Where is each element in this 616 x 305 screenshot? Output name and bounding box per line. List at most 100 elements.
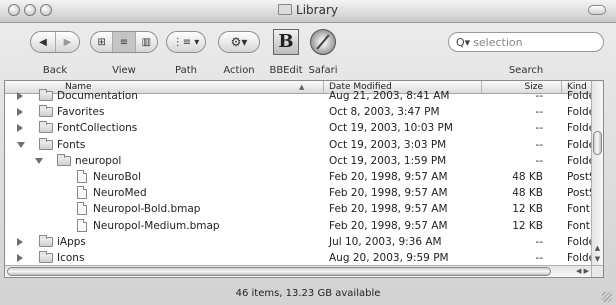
list-view-icon[interactable]: ≡ [112,32,135,52]
toolbar: ◀ ▶ Back ⊞ ≡ ▥ View ⋮≡ ▾ Path ⚙▾ Action … [0,23,616,79]
forward-arrow-icon[interactable]: ▶ [54,32,79,52]
search-icon[interactable]: Q▾ [456,36,470,49]
status-bar: 46 items, 13.23 GB available [0,283,616,305]
resize-grip-icon[interactable] [602,292,612,302]
path-menu-icon: ⋮≡ ▾ [172,36,200,48]
list-row[interactable]: iApps Jul 10, 2003, 9:36 AM -- Folder [5,234,591,250]
window-title-area: Library [0,3,616,17]
list-row[interactable]: FontCollections Oct 19, 2003, 10:03 PM -- F… [5,120,591,136]
scrollbar-corner [591,265,603,277]
folder-icon [39,137,53,150]
item-name: Fonts [57,138,86,151]
document-icon [77,186,87,200]
document-icon [77,170,87,183]
item-kind: Folder [567,154,591,167]
list-row[interactable]: Documentation Aug 21, 2003, 8:41 AM -- Fold… [5,88,591,104]
item-date-modified: Aug 20, 2003, 9:59 PM [329,252,449,264]
list-row[interactable]: Fonts Oct 19, 2003, 3:03 PM -- Folder [5,137,591,153]
item-date-modified: Oct 19, 2003, 3:03 PM [329,138,447,151]
bbedit-label: BBEdit [269,65,303,76]
column-view-icon[interactable]: ▥ [134,32,157,52]
item-date-modified: Oct 19, 2003, 10:03 PM [329,122,453,135]
status-text: 46 items, 13.23 GB available [235,288,381,299]
item-size: 48 KB [512,171,543,183]
item-kind: Folder [567,138,591,151]
gear-icon: ⚙▾ [230,35,248,49]
item-kind: Folder [567,235,591,248]
item-name: NeuroMed [93,187,147,200]
document-icon [77,218,87,232]
disclosure-closed-icon[interactable] [17,237,23,246]
back-arrow-icon[interactable]: ◀ [31,32,55,52]
disclosure-closed-icon[interactable] [17,254,23,262]
item-date-modified: Feb 20, 1998, 9:57 AM [329,187,448,200]
back-forward-button[interactable]: ◀ ▶ [30,31,80,53]
horizontal-scrollbar[interactable]: ◀ ▶ [5,265,591,277]
document-icon [77,202,87,216]
folder-icon [39,89,53,101]
vertical-scroll-thumb[interactable] [593,131,602,155]
list-row[interactable]: NeuroMed Feb 20, 1998, 9:57 AM 48 KB PostS [5,185,591,201]
item-size: 12 KB [512,203,543,216]
disclosure-closed-icon[interactable] [17,124,23,133]
list-row[interactable]: NeuroBol Feb 20, 1998, 9:57 AM 48 KB PostS [5,169,591,185]
item-kind: Folder [567,122,591,135]
item-name: Documentation [57,90,138,102]
item-name: FontCollections [57,122,138,135]
item-size: -- [535,252,543,264]
list-row[interactable]: Neuropol-Medium.bmap Feb 20, 1998, 9:57 A… [5,218,591,234]
list-row[interactable]: Icons Aug 20, 2003, 9:59 PM -- Folder [5,250,591,266]
vertical-scrollbar[interactable]: ▲ ▼ [591,81,603,265]
file-list[interactable]: Name ▲ Date Modified Size Kind Documenta… [4,80,604,278]
item-size: -- [535,122,543,135]
item-kind: Folder [567,106,591,119]
item-date-modified: Oct 19, 2003, 1:59 PM [329,154,447,167]
bbedit-app-icon[interactable]: B [273,29,299,55]
item-size: 12 KB [512,219,543,232]
item-name: Neuropol-Medium.bmap [93,219,220,232]
item-size: -- [535,235,543,248]
view-label: View [112,65,136,76]
item-kind: PostS [567,187,591,200]
search-field[interactable]: Q▾ [448,32,604,52]
scroll-arrows-icon[interactable]: ▲ ▼ [592,243,603,265]
safari-label: Safari [308,65,338,76]
item-name: NeuroBol [93,171,142,183]
toolbar-toggle-button[interactable] [588,5,606,15]
list-row[interactable]: Favorites Oct 8, 2003, 3:47 PM -- Folder [5,104,591,120]
path-button[interactable]: ⋮≡ ▾ [166,31,206,53]
item-kind: PostS [567,171,591,183]
icon-view-icon[interactable]: ⊞ [91,32,112,52]
horizontal-scroll-thumb[interactable] [7,267,551,276]
disclosure-open-icon[interactable] [35,157,43,164]
safari-compass-icon[interactable] [310,29,336,55]
search-input[interactable] [470,35,584,49]
item-date-modified: Feb 20, 1998, 9:57 AM [329,219,448,232]
item-date-modified: Jul 10, 2003, 9:36 AM [329,235,442,248]
back-label: Back [42,65,68,76]
folder-icon [39,251,53,263]
view-selector[interactable]: ⊞ ≡ ▥ [90,31,158,53]
item-date-modified: Feb 20, 1998, 9:57 AM [329,203,448,216]
item-date-modified: Aug 21, 2003, 8:41 AM [329,90,450,102]
list-row[interactable]: neuropol Oct 19, 2003, 1:59 PM -- Folder [5,153,591,169]
horizontal-scroll-arrows-icon[interactable]: ◀ ▶ [576,266,589,277]
action-button[interactable]: ⚙▾ [218,31,260,53]
item-name: Neuropol-Bold.bmap [93,203,201,216]
item-kind: Folder [567,252,591,264]
item-name: Icons [57,252,85,264]
disclosure-closed-icon[interactable] [17,92,23,100]
item-size: -- [535,90,543,102]
title-bar[interactable]: Library [0,0,616,23]
item-kind: Font Su [567,203,591,216]
item-name: Favorites [57,106,105,119]
search-label: Search [508,65,544,76]
item-name: iApps [57,235,86,248]
window-title: Library [296,3,338,17]
disclosure-closed-icon[interactable] [17,108,23,117]
folder-icon [39,105,53,118]
finder-window: Library ◀ ▶ Back ⊞ ≡ ▥ View ⋮≡ ▾ Path ⚙▾… [0,0,616,305]
folder-icon [278,4,293,15]
list-row[interactable]: Neuropol-Bold.bmap Feb 20, 1998, 9:57 AM 1… [5,201,591,217]
disclosure-open-icon[interactable] [17,141,25,148]
